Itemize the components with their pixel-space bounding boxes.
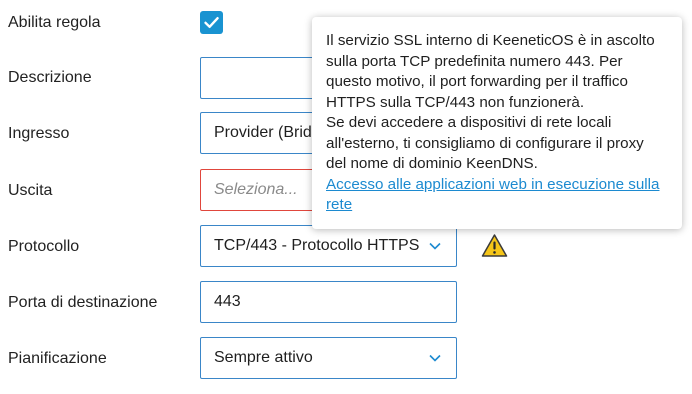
enable-rule-label: Abilita regola [8, 14, 101, 31]
output-select-placeholder: Seleziona... [214, 181, 298, 198]
input-label: Ingresso [8, 125, 70, 142]
schedule-label: Pianificazione [8, 350, 107, 367]
checkmark-icon [204, 17, 219, 28]
protocol-select[interactable]: TCP/443 - Protocollo HTTPS [200, 225, 457, 267]
dest-port-label: Porta di destinazione [8, 294, 158, 311]
tooltip-text-ssl: Il servizio SSL interno di KeeneticOS è … [326, 32, 655, 111]
description-label: Descrizione [8, 69, 92, 86]
chevron-down-icon [429, 242, 441, 250]
schedule-select-value: Sempre attivo [214, 349, 313, 366]
protocol-select-value: TCP/443 - Protocollo HTTPS [214, 237, 420, 254]
dest-port-input[interactable]: 443 [200, 281, 457, 323]
protocol-label: Protocollo [8, 238, 80, 255]
warning-icon[interactable] [481, 233, 508, 258]
tooltip-link-web-apps[interactable]: Accesso alle applicazioni web in esecuzi… [326, 176, 659, 214]
enable-rule-checkbox[interactable] [200, 11, 223, 34]
tooltip-text-keendns: Se devi accedere a dispositivi di rete l… [326, 114, 644, 172]
output-label: Uscita [8, 182, 53, 199]
chevron-down-icon [429, 354, 441, 362]
schedule-select[interactable]: Sempre attivo [200, 337, 457, 379]
warning-tooltip: Il servizio SSL interno di KeeneticOS è … [312, 17, 682, 229]
